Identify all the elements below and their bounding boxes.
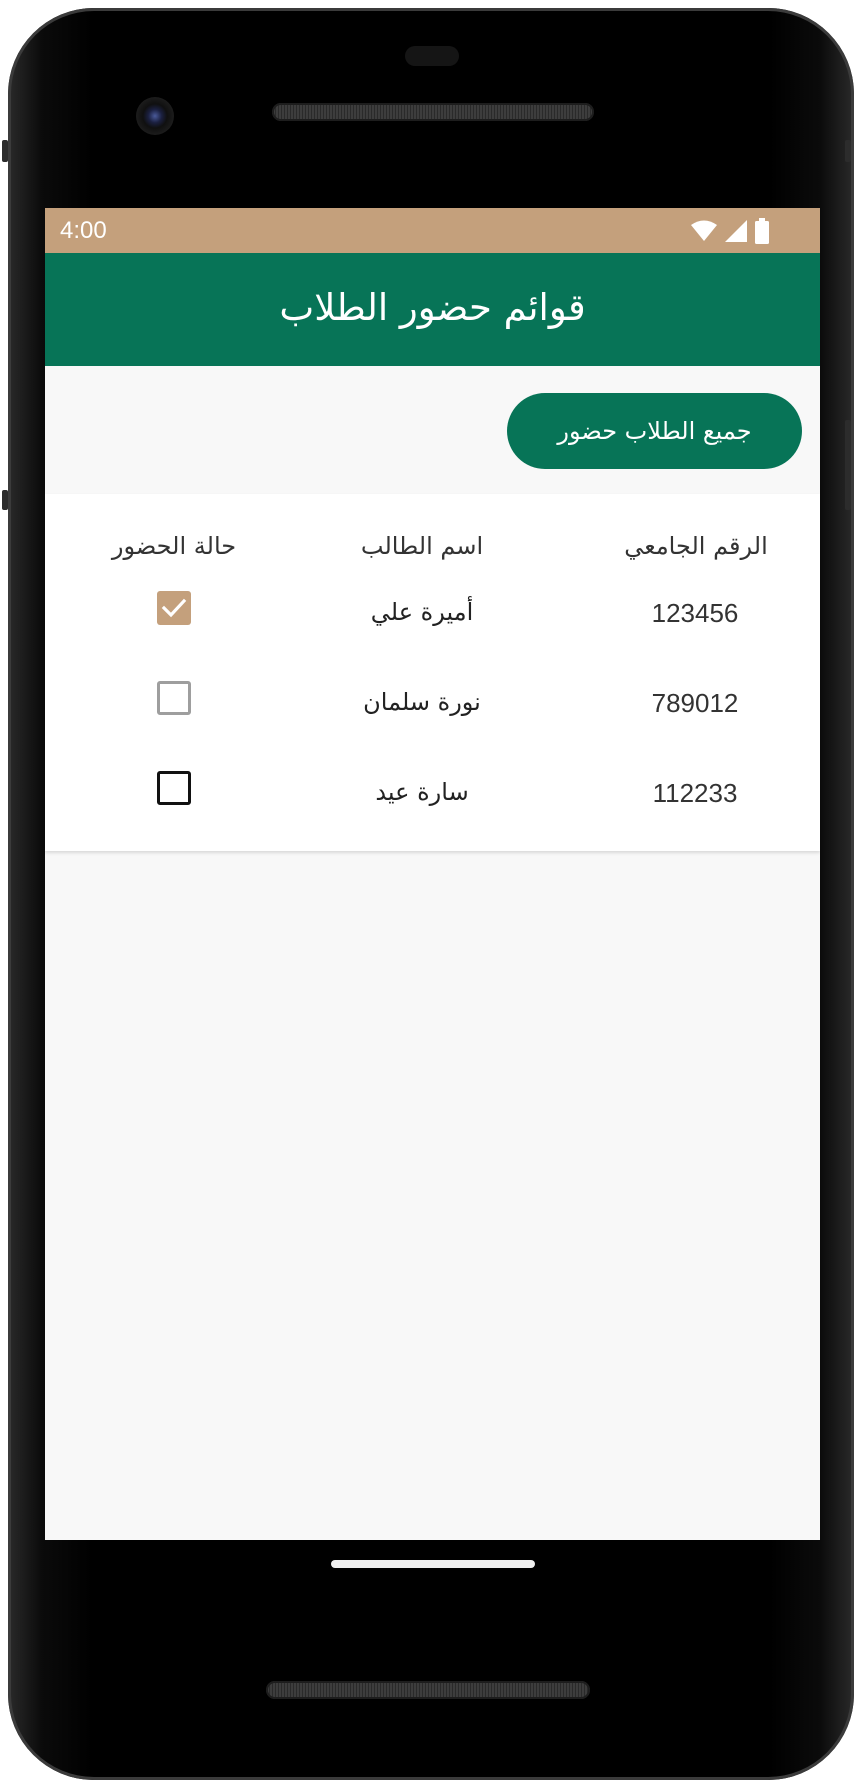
student-id-cell: 789012	[651, 688, 739, 718]
battery-icon	[755, 218, 769, 244]
app-screen: 4:00 قوائم حضور الطلاب جميع الطلاب حضور …	[45, 208, 820, 1540]
status-time: 4:00	[60, 217, 107, 244]
student-id-cell: 123456	[651, 598, 739, 628]
earpiece-speaker	[272, 103, 594, 121]
attendance-table: الرقم الجامعي اسم الطالب حالة الحضور 123…	[45, 494, 820, 851]
volume-rocker	[845, 420, 851, 510]
checkmark-icon	[161, 598, 187, 618]
attendance-checkbox[interactable]	[157, 591, 191, 625]
status-icons	[690, 218, 770, 244]
cellular-signal-icon	[725, 220, 747, 242]
student-id-header: الرقم الجامعي	[624, 532, 768, 560]
home-indicator[interactable]	[331, 1560, 535, 1568]
mark-all-present-button[interactable]: جميع الطلاب حضور	[507, 393, 802, 469]
student-name-cell: سارة عيد	[375, 778, 469, 806]
side-frame-edge	[2, 490, 8, 510]
student-name-cell: أميرة علي	[370, 598, 474, 626]
attendance-checkbox[interactable]	[157, 771, 191, 805]
page-title: قوائم حضور الطلاب	[279, 286, 586, 329]
wifi-icon	[691, 220, 717, 241]
bottom-speaker	[266, 1681, 590, 1699]
proximity-sensor	[405, 46, 459, 66]
power-button	[845, 140, 851, 162]
front-camera	[136, 97, 174, 135]
app-bar: قوائم حضور الطلاب	[45, 253, 820, 366]
student-name-header: اسم الطالب	[360, 532, 484, 560]
student-id-cell: 112233	[652, 778, 738, 808]
side-frame-edge	[2, 140, 8, 162]
status-bar: 4:00	[45, 208, 820, 253]
student-name-cell: نورة سلمان	[363, 688, 481, 716]
attendance-checkbox[interactable]	[157, 681, 191, 715]
attendance-status-header: حالة الحضور	[111, 532, 237, 560]
